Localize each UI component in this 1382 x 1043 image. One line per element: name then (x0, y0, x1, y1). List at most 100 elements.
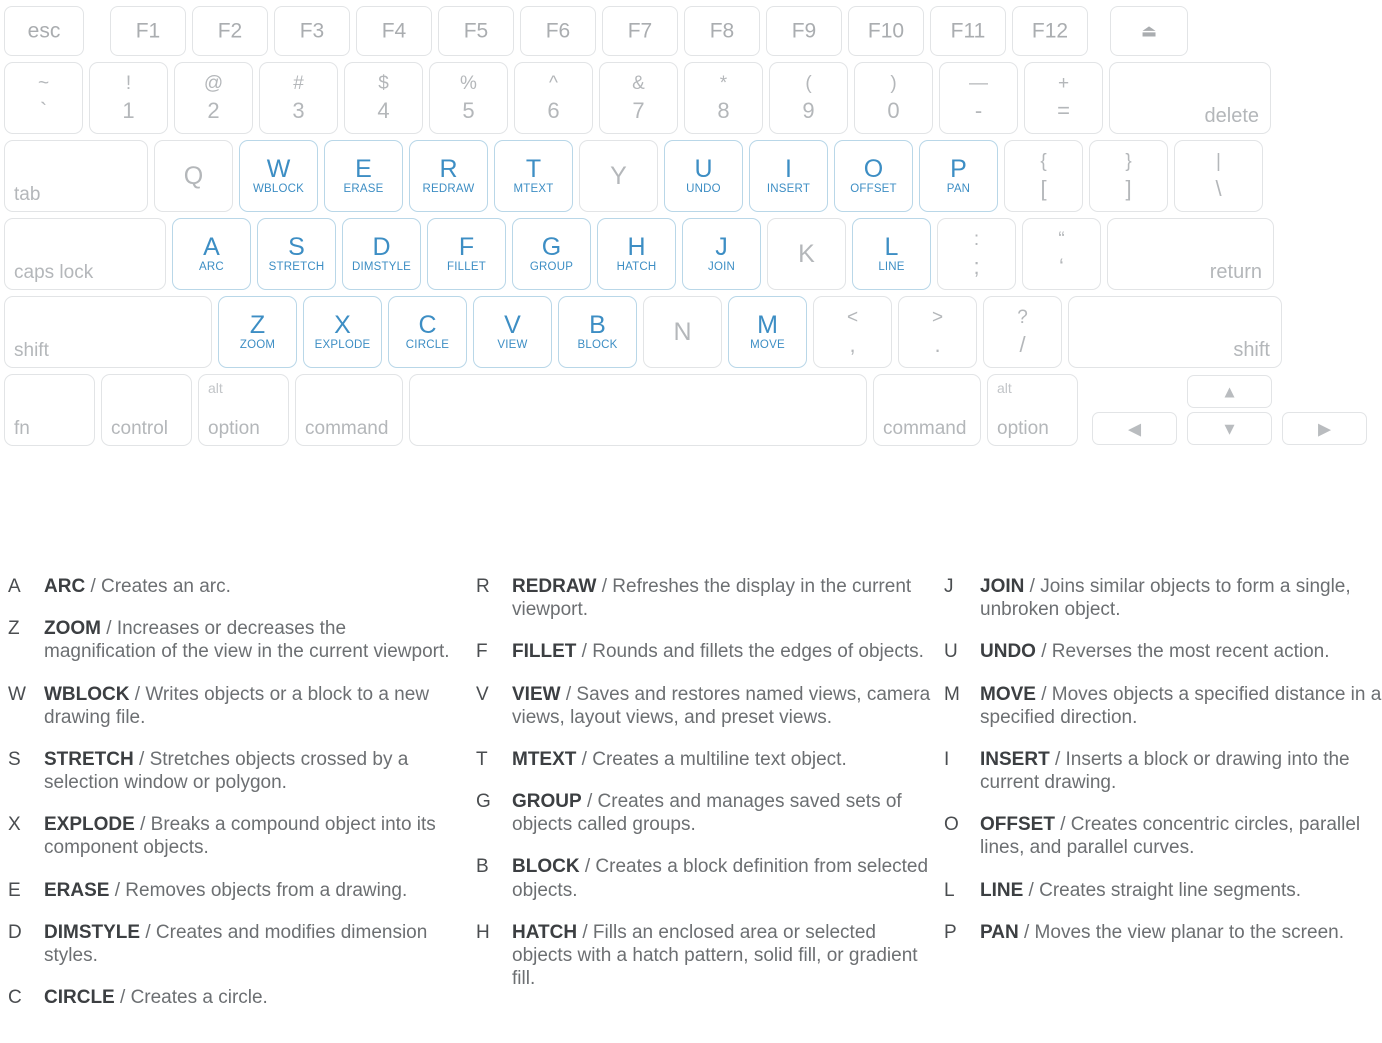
key-x[interactable]: X EXPLODE (303, 296, 382, 368)
key-b[interactable]: B BLOCK (558, 296, 637, 368)
key-f1[interactable]: F1 (110, 6, 186, 56)
key-o[interactable]: O OFFSET (834, 140, 913, 212)
key-content: U UNDO (665, 141, 742, 211)
key-option-right[interactable]: alt option (987, 374, 1078, 446)
key-f7[interactable]: F7 (602, 6, 678, 56)
key-f5[interactable]: F5 (438, 6, 514, 56)
key-`[interactable]: ~ ` (4, 62, 83, 134)
key-f10[interactable]: F10 (848, 6, 924, 56)
key-t[interactable]: T MTEXT (494, 140, 573, 212)
key-dual-legend: @2 (175, 63, 252, 133)
key-f3[interactable]: F3 (274, 6, 350, 56)
key-dual-legend: >. (899, 297, 976, 367)
key-3[interactable]: #3 (259, 62, 338, 134)
key-arrow-down[interactable]: ▼ (1187, 412, 1272, 445)
key-j[interactable]: J JOIN (682, 218, 761, 290)
key--[interactable]: — - (939, 62, 1018, 134)
key-fn[interactable]: fn (4, 374, 95, 446)
key-6[interactable]: ^ 6 (514, 62, 593, 134)
key-1[interactable]: ! 1 (89, 62, 168, 134)
key-command-name: GROUP (529, 260, 574, 273)
legend-item-key: S (8, 748, 21, 770)
key-;[interactable]: :; (937, 218, 1016, 290)
key-lower-glyph: , (849, 332, 856, 357)
key-q[interactable]: Q (154, 140, 233, 212)
key-\[interactable]: | \ (1174, 140, 1263, 212)
key-4[interactable]: $4 (344, 62, 423, 134)
key-upper-glyph: ~ (37, 73, 50, 94)
key-/[interactable]: ? / (983, 296, 1062, 368)
key-5[interactable]: % 5 (429, 62, 508, 134)
key-f2[interactable]: F2 (192, 6, 268, 56)
legend-item-command: GROUP (512, 791, 582, 813)
key-caps-lock[interactable]: caps lock (4, 218, 166, 290)
legend-item: T MTEXT / Creates a multiline text object… (476, 748, 932, 771)
key-i[interactable]: I INSERT (749, 140, 828, 212)
legend-item-key: X (8, 814, 21, 836)
key-n[interactable]: N (643, 296, 722, 368)
key-s[interactable]: S STRETCH (257, 218, 336, 290)
key-esc[interactable]: esc (4, 6, 84, 56)
key-h[interactable]: H HATCH (597, 218, 676, 290)
key-return[interactable]: return (1107, 218, 1274, 290)
key-2[interactable]: @2 (174, 62, 253, 134)
legend-item-key: L (944, 879, 955, 901)
key-e[interactable]: E ERASE (324, 140, 403, 212)
key-f8[interactable]: F8 (684, 6, 760, 56)
key-7[interactable]: & 7 (599, 62, 678, 134)
key-delete[interactable]: delete (1109, 62, 1271, 134)
key-k[interactable]: K (767, 218, 846, 290)
key-dual-legend: ~ ` (5, 63, 82, 133)
key-d[interactable]: D DIMSTYLE (342, 218, 421, 290)
key-‘[interactable]: “‘ (1022, 218, 1101, 290)
key-l[interactable]: L LINE (852, 218, 931, 290)
key-y[interactable]: Y (579, 140, 658, 212)
legend-item-text: GROUP / Creates and manages saved sets o… (512, 791, 902, 836)
key-u[interactable]: U UNDO (664, 140, 743, 212)
key-letter: W (266, 154, 291, 183)
key-option-left[interactable]: alt option (198, 374, 289, 446)
key-z[interactable]: Z ZOOM (218, 296, 297, 368)
key-control[interactable]: control (101, 374, 192, 446)
key-shift-right[interactable]: shift (1068, 296, 1282, 368)
legend-item-text: CIRCLE / Creates a circle. (44, 987, 268, 1009)
key-letter: M (757, 310, 778, 339)
key-8[interactable]: * 8 (684, 62, 763, 134)
key-9[interactable]: (9 (769, 62, 848, 134)
key-letter: K (798, 239, 815, 268)
key-a[interactable]: A ARC (172, 218, 251, 290)
key-c[interactable]: C CIRCLE (388, 296, 467, 368)
key-f4[interactable]: F4 (356, 6, 432, 56)
key-dual-legend: “‘ (1023, 219, 1100, 289)
key-0[interactable]: ) 0 (854, 62, 933, 134)
key-][interactable]: }] (1089, 140, 1168, 212)
key-v[interactable]: V VIEW (473, 296, 552, 368)
key-,[interactable]: <, (813, 296, 892, 368)
key-arrow-left[interactable]: ◀ (1092, 412, 1177, 445)
key-tab[interactable]: tab (4, 140, 148, 212)
key-[[interactable]: {[ (1004, 140, 1083, 212)
legend-item-command: CIRCLE (44, 987, 115, 1009)
key-r[interactable]: R REDRAW (409, 140, 488, 212)
key-arrow-up[interactable]: ▲ (1187, 375, 1272, 408)
key-w[interactable]: W WBLOCK (239, 140, 318, 212)
key-upper-glyph: # (293, 73, 304, 94)
key-f11[interactable]: F11 (930, 6, 1006, 56)
key-m[interactable]: M MOVE (728, 296, 807, 368)
key-space[interactable] (409, 374, 867, 446)
key-f12[interactable]: F12 (1012, 6, 1088, 56)
key-shift-left[interactable]: shift (4, 296, 212, 368)
key-command-left[interactable]: command (295, 374, 403, 446)
key-g[interactable]: G GROUP (512, 218, 591, 290)
key-arrow-right[interactable]: ▶ (1282, 412, 1367, 445)
key-letter: Y (610, 161, 627, 190)
key-f6[interactable]: F6 (520, 6, 596, 56)
key-f[interactable]: F FILLET (427, 218, 506, 290)
key-eject[interactable]: ⏏ (1110, 6, 1188, 56)
key-f9[interactable]: F9 (766, 6, 842, 56)
legend-item-key: U (944, 641, 958, 663)
key-p[interactable]: P PAN (919, 140, 998, 212)
key-.[interactable]: >. (898, 296, 977, 368)
key-command-right[interactable]: command (873, 374, 981, 446)
key-=[interactable]: + = (1024, 62, 1103, 134)
